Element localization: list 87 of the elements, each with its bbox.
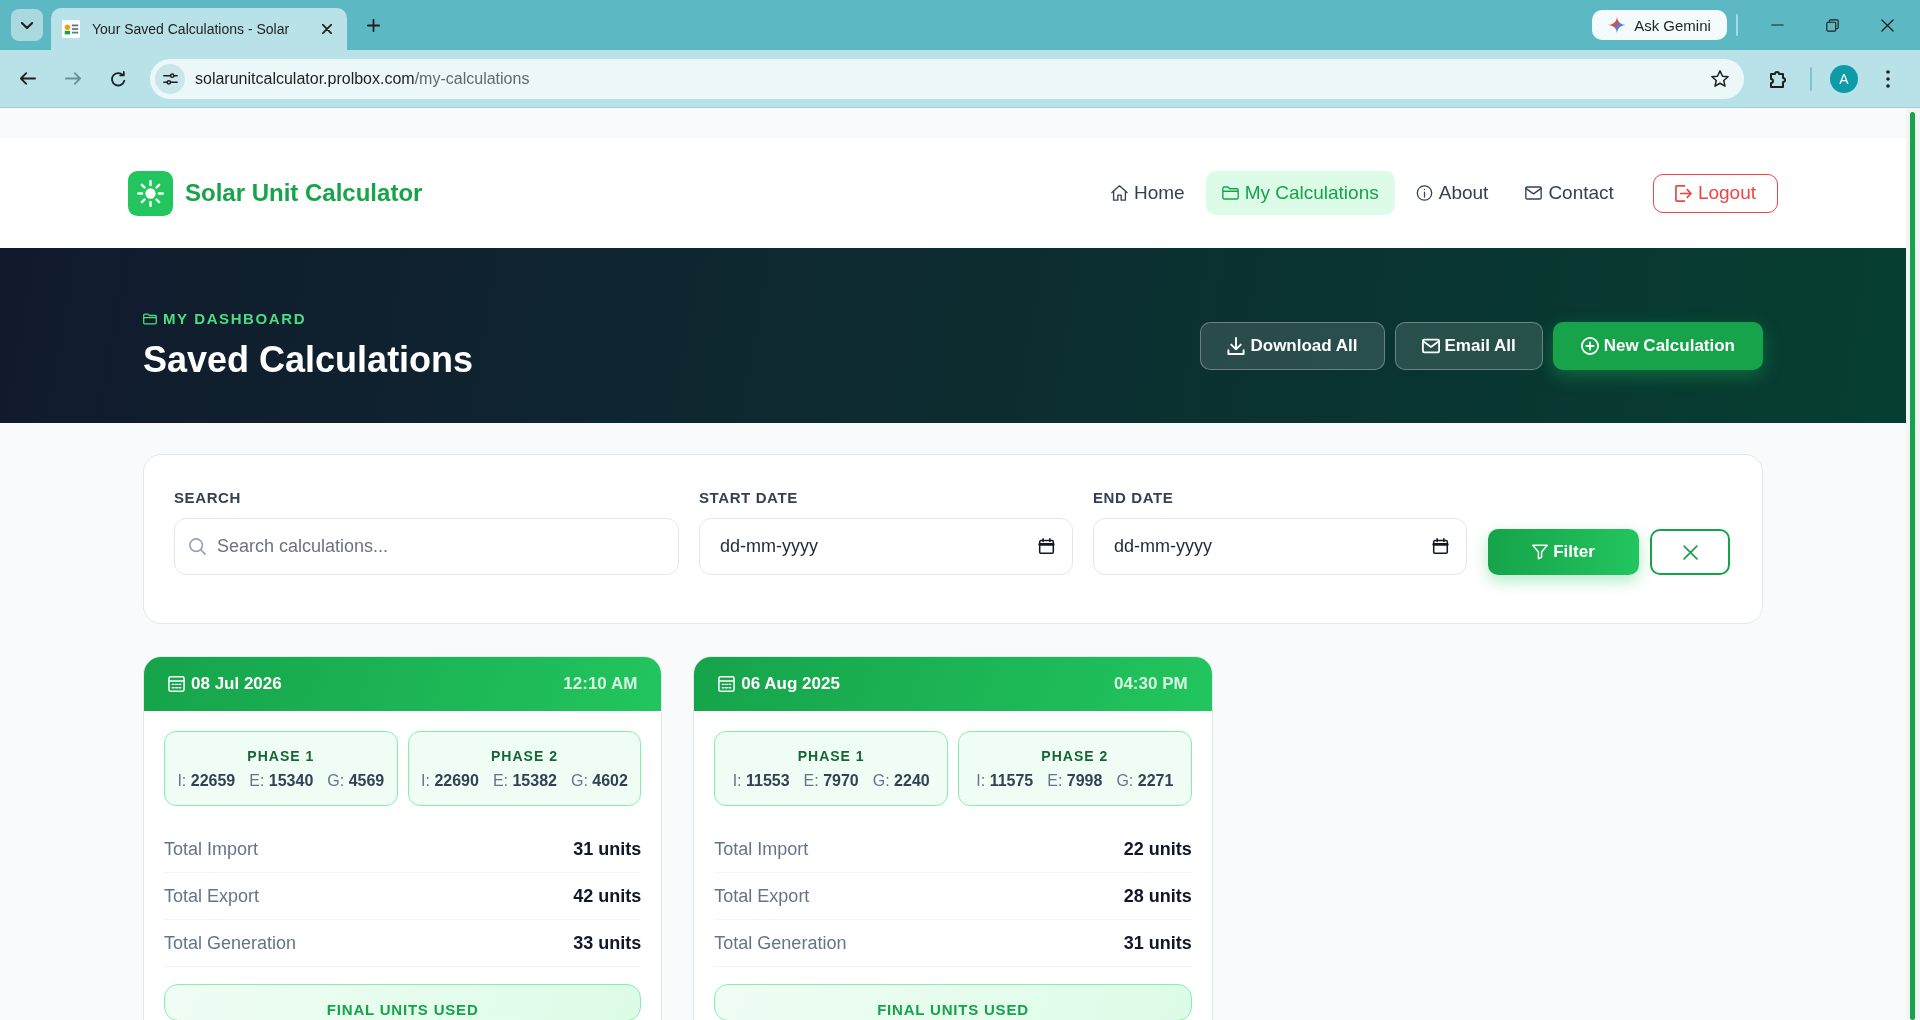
total-value: 28 units bbox=[1123, 885, 1192, 907]
total-value: 31 units bbox=[1123, 932, 1192, 954]
phase-reading: I: 22690 bbox=[421, 771, 479, 790]
total-label: Total Import bbox=[714, 838, 809, 860]
mail-icon bbox=[1421, 336, 1440, 355]
reload-icon bbox=[110, 70, 126, 87]
calendar-icon bbox=[168, 676, 185, 692]
scrollbar-thumb[interactable] bbox=[1910, 112, 1915, 1020]
field-label: END DATE bbox=[1093, 489, 1175, 506]
card-date: 06 Aug 2025 bbox=[741, 674, 840, 694]
card-time: 04:30 PM bbox=[1113, 674, 1188, 694]
close-icon bbox=[1682, 544, 1698, 560]
chevron-down-icon bbox=[21, 21, 33, 29]
logout-button[interactable]: Logout bbox=[1652, 173, 1778, 213]
calendar-icon bbox=[1432, 538, 1449, 555]
dashboard-eyebrow: MY DASHBOARD bbox=[163, 310, 307, 327]
phase-reading: G: 2240 bbox=[872, 771, 930, 790]
close-icon bbox=[1881, 18, 1894, 32]
card-time: 12:10 AM bbox=[563, 674, 638, 694]
total-label: Total Generation bbox=[714, 932, 847, 954]
calendar-icon bbox=[718, 676, 736, 692]
card-date: 08 Jul 2026 bbox=[191, 674, 282, 694]
back-arrow-icon bbox=[20, 72, 36, 85]
logout-icon bbox=[1674, 184, 1692, 202]
search-icon bbox=[189, 538, 206, 555]
total-value: 42 units bbox=[573, 885, 642, 907]
nav-link[interactable]: About bbox=[1399, 171, 1505, 215]
minimize-icon bbox=[1771, 24, 1784, 26]
plus-circle-icon bbox=[1580, 336, 1599, 355]
forward-arrow-icon bbox=[65, 72, 81, 85]
phase-reading: G: 4569 bbox=[327, 771, 385, 790]
close-icon bbox=[322, 24, 332, 34]
plus-icon bbox=[366, 18, 380, 32]
puzzle-icon bbox=[1769, 69, 1787, 88]
phase-reading: E: 7998 bbox=[1047, 771, 1103, 790]
action-button[interactable]: Email All bbox=[1394, 321, 1543, 370]
sun-logo-icon bbox=[128, 170, 173, 216]
phase-reading: E: 15340 bbox=[249, 771, 314, 790]
phase-title: PHASE 1 bbox=[247, 747, 315, 764]
phase-reading: I: 11553 bbox=[732, 771, 790, 790]
phase-reading: I: 22659 bbox=[177, 771, 236, 790]
total-label: Total Export bbox=[164, 885, 260, 907]
ask-gemini-button[interactable]: Ask Gemini bbox=[1592, 10, 1727, 40]
url-text: solarunitcalculator.prolbox.com/my-calculations bbox=[195, 69, 531, 88]
action-button[interactable]: Download All bbox=[1200, 321, 1385, 370]
total-value: 31 units bbox=[573, 838, 642, 860]
final-units-label: FINAL UNITS USED bbox=[877, 1001, 1029, 1018]
phase-reading: E: 7970 bbox=[803, 771, 859, 790]
phase-title: PHASE 2 bbox=[1041, 747, 1109, 764]
more-vertical-icon bbox=[1886, 69, 1890, 88]
total-value: 22 units bbox=[1123, 838, 1192, 860]
mail-icon bbox=[1525, 185, 1543, 201]
logo-icon bbox=[62, 20, 80, 38]
field-label: START DATE bbox=[699, 489, 799, 506]
final-units-label: FINAL UNITS USED bbox=[326, 1001, 479, 1018]
nav-link[interactable]: Contact bbox=[1509, 171, 1630, 215]
nav-link[interactable]: Home bbox=[1094, 171, 1201, 215]
restore-icon bbox=[1826, 18, 1839, 32]
phase-title: PHASE 1 bbox=[797, 747, 865, 764]
page-title: Saved Calculations bbox=[143, 339, 474, 381]
phase-reading: G: 4602 bbox=[570, 771, 628, 790]
star-icon bbox=[1711, 70, 1729, 87]
site-info-button[interactable] bbox=[155, 63, 185, 94]
date-field[interactable]: dd-mm-yyyy bbox=[1093, 518, 1467, 575]
folder-icon bbox=[143, 312, 157, 325]
total-label: Total Import bbox=[164, 838, 259, 860]
phase-title: PHASE 2 bbox=[491, 747, 558, 764]
clear-filters-button[interactable] bbox=[1650, 529, 1730, 575]
calendar-icon bbox=[1038, 538, 1055, 555]
funnel-icon bbox=[1532, 544, 1549, 560]
sliders-icon bbox=[162, 72, 178, 85]
tab-search-button[interactable] bbox=[11, 9, 43, 41]
total-value: 33 units bbox=[573, 932, 642, 954]
folder-icon bbox=[1221, 185, 1239, 201]
home-icon bbox=[1110, 185, 1128, 201]
field-label: SEARCH bbox=[174, 489, 242, 506]
info-icon bbox=[1415, 185, 1433, 201]
date-field[interactable]: dd-mm-yyyy bbox=[699, 518, 1073, 575]
total-label: Total Generation bbox=[164, 932, 297, 954]
address-bar[interactable]: solarunitcalculator.prolbox.com/my-calculations bbox=[150, 58, 1744, 99]
total-label: Total Export bbox=[714, 885, 810, 907]
phase-reading: G: 2271 bbox=[1116, 771, 1174, 790]
browser-tab[interactable]: Your Saved Calculations - Solar bbox=[51, 8, 347, 50]
phase-reading: I: 11575 bbox=[976, 771, 1034, 790]
download-icon bbox=[1227, 336, 1246, 355]
search-field[interactable]: Search calculations... bbox=[174, 518, 679, 575]
phase-reading: E: 15382 bbox=[492, 771, 557, 790]
